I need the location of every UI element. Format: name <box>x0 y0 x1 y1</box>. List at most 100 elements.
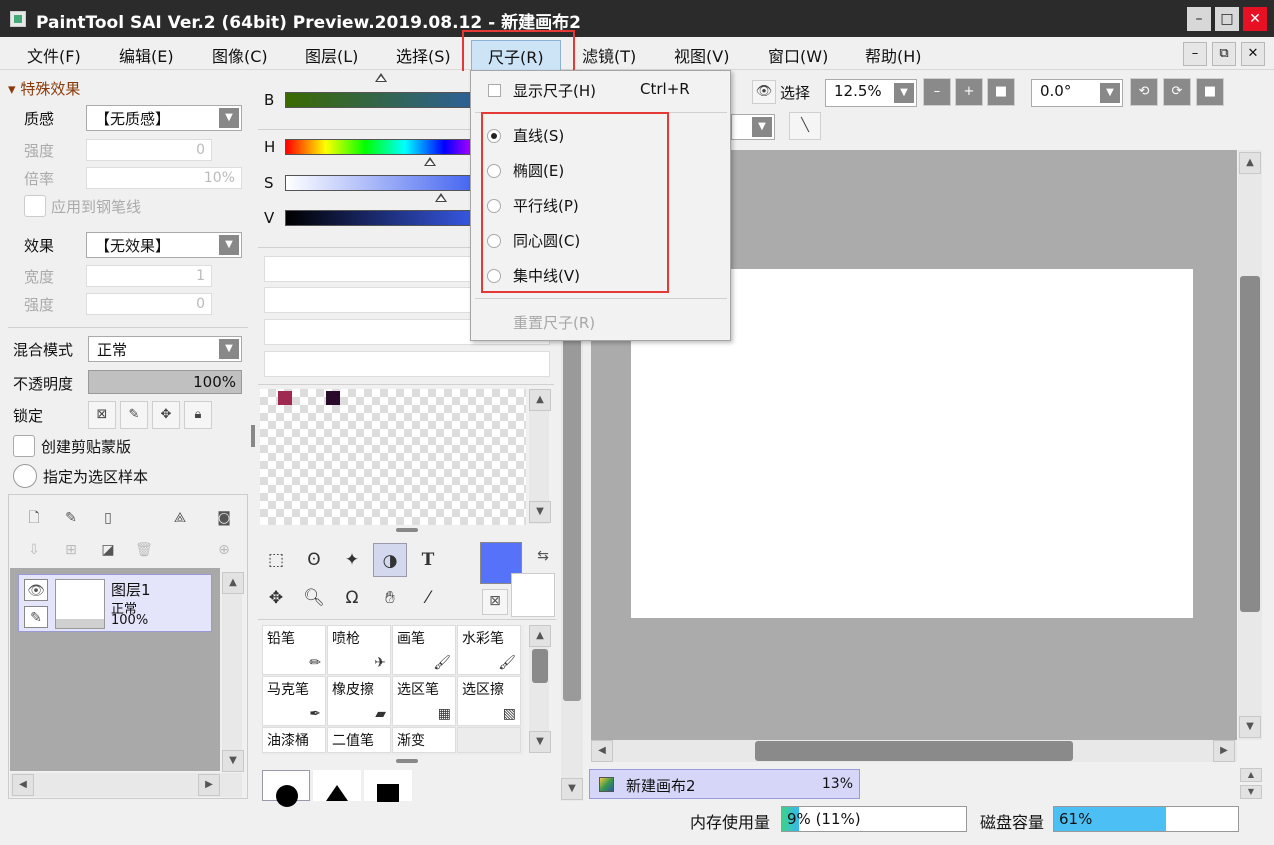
rotate-right-icon[interactable]: ⟳ <box>1163 78 1191 106</box>
canvas-hscrollbar[interactable]: ◀ ▶ <box>591 740 1237 762</box>
scroll-up-icon[interactable]: ▲ <box>529 625 551 647</box>
rotation-select[interactable]: 0.0° ▼ <box>1031 79 1123 107</box>
scroll-left-icon[interactable]: ◀ <box>591 740 613 762</box>
scroll-down-icon[interactable]: ▼ <box>222 750 244 772</box>
eye-icon[interactable]: 👁︎ <box>752 80 776 104</box>
brush-shape-triangle[interactable] <box>313 770 361 801</box>
move-icon[interactable]: ✥ <box>259 581 293 615</box>
zoom-select[interactable]: 12.5% ▼ <box>825 79 917 107</box>
brush-binary-pen[interactable]: 二值笔 <box>327 727 391 753</box>
brush-select-eraser[interactable]: 选区擦 ▧ <box>457 676 521 726</box>
panel-grip[interactable] <box>396 528 418 532</box>
hue-slider[interactable] <box>285 139 485 155</box>
scroll-thumb[interactable] <box>1240 276 1260 612</box>
menu-layer[interactable]: 图层(L) <box>305 43 358 67</box>
menu-item-reset-ruler[interactable]: 重置尺子(R) <box>513 312 595 333</box>
canvas-vscrollbar[interactable]: ▲ ▼ <box>1238 150 1262 740</box>
scroll-up-icon[interactable]: ▲ <box>529 389 551 411</box>
trash-icon[interactable]: 🗑︎ <box>133 539 155 561</box>
brush-pencil[interactable]: 铅笔 ✏︎ <box>262 625 326 675</box>
layer-list-scrollbar[interactable]: ▲ ▼ <box>222 572 244 772</box>
maximize-button[interactable]: □ <box>1215 7 1239 31</box>
clear-layer-icon[interactable]: ◪ <box>97 539 119 561</box>
scroll-thumb[interactable] <box>532 649 548 683</box>
b-thumb[interactable] <box>375 73 387 82</box>
brush-airbrush[interactable]: 喷枪 ✈︎ <box>327 625 391 675</box>
scroll-up-icon[interactable]: ▲ <box>1239 152 1261 174</box>
brush-marker[interactable]: 马克笔 ✒︎ <box>262 676 326 726</box>
layer-options-icon[interactable]: ⊕ <box>213 539 235 561</box>
menu-help[interactable]: 帮助(H) <box>865 43 922 67</box>
menu-view[interactable]: 视图(V) <box>674 43 729 67</box>
selection-source-radio[interactable] <box>13 464 37 488</box>
saturation-slider[interactable] <box>285 175 485 191</box>
scroll-right-icon[interactable]: ▶ <box>1213 740 1235 762</box>
layer-row[interactable]: 👁︎ ✎ 图层1 正常 100% <box>18 574 212 632</box>
color-slot-4[interactable] <box>264 351 550 377</box>
tab-scroll-down-icon[interactable]: ▼ <box>1240 785 1262 799</box>
shape-tool-icon[interactable]: ◑ <box>373 543 407 577</box>
doc-minimize-button[interactable]: – <box>1183 42 1207 66</box>
texture-select[interactable]: 【无质感】 ▼ <box>86 105 242 131</box>
brush-brush[interactable]: 画笔 🖌︎ <box>392 625 456 675</box>
eye-icon[interactable]: 👁︎ <box>24 579 48 601</box>
layer-hscrollbar[interactable]: ◀ ▶ <box>10 773 242 797</box>
secondary-color[interactable] <box>511 573 555 617</box>
zoom-in-icon[interactable]: + <box>955 78 983 106</box>
width-field[interactable]: 1 <box>86 265 212 287</box>
tab-scroll-up-icon[interactable]: ▲ <box>1240 768 1262 782</box>
menu-item-show-ruler[interactable]: 显示尺子(H) <box>513 80 596 101</box>
brush-eraser[interactable]: 橡皮擦 ▰ <box>327 676 391 726</box>
splitter-grip[interactable] <box>251 425 255 447</box>
effect-select[interactable]: 【无效果】 ▼ <box>86 232 242 258</box>
rotation-reset-icon[interactable]: ■ <box>1196 78 1224 106</box>
mask-icon[interactable]: ◙ <box>213 507 235 529</box>
strength2-field[interactable]: 0 <box>86 293 212 315</box>
apply-to-pen-checkbox[interactable] <box>24 195 46 217</box>
eyedropper-icon[interactable]: ⁄ <box>411 581 445 615</box>
magic-wand-icon[interactable]: ✦ <box>335 543 369 577</box>
scroll-left-icon[interactable]: ◀ <box>12 774 34 796</box>
blend-mode-select[interactable]: 正常 ▼ <box>88 336 242 362</box>
rect-select-icon[interactable]: ⬚ <box>259 543 293 577</box>
color-swatch[interactable] <box>326 391 340 405</box>
hand-icon[interactable]: ✋︎ <box>373 581 407 615</box>
pencil-icon[interactable]: ✎ <box>24 606 48 628</box>
brush-bucket[interactable]: 油漆桶 <box>262 727 326 753</box>
lock-move-icon[interactable]: ✥ <box>152 401 180 429</box>
zoom-out-icon[interactable]: – <box>923 78 951 106</box>
doc-close-button[interactable]: ✕ <box>1241 42 1265 66</box>
ruler-line-icon[interactable]: ╲ <box>789 112 821 140</box>
lasso-icon[interactable]: ʘ <box>297 543 331 577</box>
duplicate-icon[interactable]: ⊞ <box>60 539 82 561</box>
zoom-icon[interactable]: 🔍︎ <box>297 581 331 615</box>
menu-window[interactable]: 窗口(W) <box>768 43 828 67</box>
document-tab[interactable]: 新建画布2 13% <box>589 769 860 799</box>
stabilizer-select[interactable]: ▼ <box>731 114 775 140</box>
special-effects-header[interactable]: ▾ 特殊效果 <box>8 78 80 99</box>
menu-image[interactable]: 图像(C) <box>212 43 268 67</box>
transparent-color-icon[interactable]: ⊠ <box>482 589 508 615</box>
scroll-down-icon[interactable]: ▼ <box>529 501 551 523</box>
opacity-slider[interactable]: 100% <box>88 370 242 394</box>
scroll-down-icon[interactable]: ▼ <box>529 731 551 753</box>
brush-select-pen[interactable]: 选区笔 ▦ <box>392 676 456 726</box>
rotate-left-icon[interactable]: ⟲ <box>1130 78 1158 106</box>
scroll-up-icon[interactable]: ▲ <box>222 572 244 594</box>
b-slider[interactable] <box>285 92 485 108</box>
close-button[interactable]: ✕ <box>1243 7 1267 31</box>
text-tool-icon[interactable]: T <box>411 543 445 577</box>
rotate-icon[interactable]: Ω <box>335 581 369 615</box>
doc-restore-button[interactable]: ⧉ <box>1212 42 1236 66</box>
swatch-grid[interactable] <box>260 389 526 525</box>
brush-scrollbar[interactable]: ▲ ▼ <box>529 625 551 753</box>
scroll-right-icon[interactable]: ▶ <box>198 774 220 796</box>
menu-filter[interactable]: 滤镜(T) <box>582 43 636 67</box>
scroll-thumb[interactable] <box>755 741 1073 761</box>
brush-shape-square[interactable] <box>364 770 412 802</box>
new-layer-icon[interactable]: 🗋 <box>23 507 45 529</box>
merge-down-icon[interactable]: ⇩ <box>23 539 45 561</box>
brush-shape-circle[interactable] <box>262 770 310 807</box>
menu-select[interactable]: 选择(S) <box>396 43 451 67</box>
brush-gradient[interactable]: 渐变 <box>392 727 456 753</box>
